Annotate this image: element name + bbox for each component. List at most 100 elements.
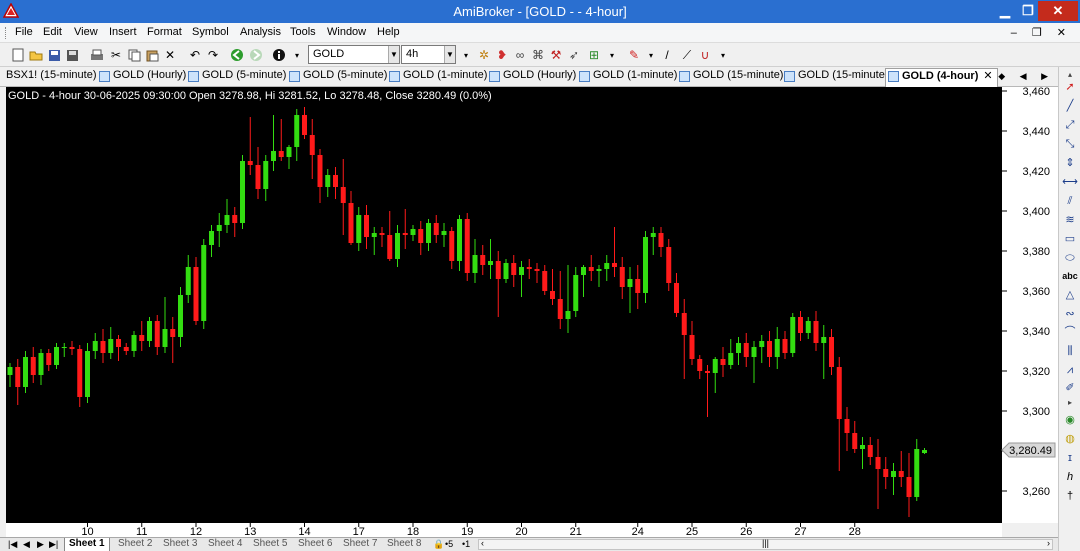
open-folder-icon[interactable] <box>28 47 44 63</box>
menu-tools[interactable]: Tools <box>290 26 316 38</box>
tab-chart[interactable]: GOLD (1-minute) <box>577 69 677 86</box>
horizontal-scrollbar[interactable]: ‹ ||| › <box>478 538 1053 550</box>
scroll-right-icon[interactable]: › <box>1047 538 1050 548</box>
sheet-tab-1[interactable]: Sheet 1 <box>64 538 110 551</box>
scroll-thumb[interactable]: ||| <box>762 538 769 548</box>
menu-edit[interactable]: Edit <box>43 26 62 38</box>
tab-chart[interactable]: GOLD (15-minute) <box>677 69 783 86</box>
pen-icon[interactable]: ✐ <box>1062 380 1078 396</box>
copy-icon[interactable] <box>126 47 142 63</box>
menu-view[interactable]: View <box>74 26 98 38</box>
vertical-line-icon[interactable]: ⇕ <box>1062 155 1078 171</box>
print-icon[interactable] <box>89 47 105 63</box>
chart-pane[interactable]: 3,2603,2803,3003,3203,3403,3603,3803,400… <box>0 87 1058 537</box>
sheet-tab-3[interactable]: Sheet 3 <box>159 538 201 551</box>
menu-help[interactable]: Help <box>377 26 400 38</box>
arc-icon[interactable]: ⌒ <box>1062 324 1078 340</box>
info-icon[interactable] <box>271 47 287 63</box>
new-icon[interactable] <box>10 47 26 63</box>
sheet-tab-6[interactable]: Sheet 6 <box>294 538 336 551</box>
next-sheet-icon[interactable]: ▶ <box>37 539 44 550</box>
redo-icon[interactable]: ↷ <box>205 47 221 63</box>
menu-insert[interactable]: Insert <box>109 26 137 38</box>
horizontal-line-icon[interactable]: ⟷ <box>1062 174 1078 190</box>
first-sheet-icon[interactable]: |◀ <box>8 539 17 550</box>
sheet-tab-7[interactable]: Sheet 7 <box>339 538 381 551</box>
prev-sheet-icon[interactable]: ◀ <box>23 539 30 550</box>
chart-settings-icon[interactable]: ✲ <box>476 47 492 63</box>
chevron-down-icon[interactable]: ▼ <box>388 46 399 63</box>
sheet-tab-2[interactable]: Sheet 2 <box>114 538 156 551</box>
paste-icon[interactable] <box>144 47 160 63</box>
menu-analysis[interactable]: Analysis <box>240 26 281 38</box>
cursor-icon[interactable]: ➚ <box>1062 79 1078 95</box>
menu-format[interactable]: Format <box>147 26 182 38</box>
ellipse-icon[interactable]: ⬭ <box>1062 250 1078 266</box>
sheet-tab-8[interactable]: Sheet 8 <box>383 538 425 551</box>
link-icon[interactable]: ∞ <box>512 47 528 63</box>
tab-chart-active[interactable]: GOLD (4-hour) ✕ <box>885 68 998 87</box>
rectangle-icon[interactable]: ▭ <box>1062 231 1078 247</box>
close-tab-icon[interactable]: ✕ <box>983 70 992 82</box>
heart-icon[interactable]: ❥ <box>494 47 510 63</box>
arrow-tool-icon[interactable]: ➶ <box>566 47 582 63</box>
zoom-icon[interactable]: ⊞ <box>586 47 602 63</box>
close-button[interactable]: ✕ <box>1038 1 1078 21</box>
menu-symbol[interactable]: Symbol <box>192 26 229 38</box>
toolbar-overflow-icon[interactable]: ▾ <box>458 47 474 63</box>
trendline-icon[interactable]: ╱ <box>1062 98 1078 114</box>
marker-icon[interactable]: ɪ <box>1062 450 1078 466</box>
lock-icon[interactable]: 🔒 <box>433 539 444 550</box>
tab-chart[interactable]: BSX1! (15-minute) <box>0 69 96 86</box>
menu-file[interactable]: File <box>15 26 33 38</box>
dagger-icon[interactable]: † <box>1062 488 1078 504</box>
tab-chart[interactable]: GOLD (5-minute) <box>287 69 387 86</box>
sheet-option-icon[interactable]: •1 <box>462 539 470 549</box>
forward-icon[interactable] <box>248 47 264 63</box>
back-icon[interactable] <box>229 47 245 63</box>
symbol-combo[interactable]: GOLD ▼ <box>308 45 400 64</box>
zigzag-icon[interactable]: ⩘ <box>1062 362 1078 378</box>
extended-line-icon[interactable]: ⤡ <box>1062 136 1078 152</box>
magnet-icon[interactable]: ∪ <box>697 47 713 63</box>
parallel-lines-icon[interactable]: ⫽ <box>1062 193 1078 209</box>
line-style-icon[interactable]: ⟋ <box>679 47 695 63</box>
tab-chart[interactable]: GOLD (1-minute) <box>387 69 487 86</box>
cut-icon[interactable]: ✂ <box>108 47 124 63</box>
fibonacci-icon[interactable]: ≋ <box>1062 212 1078 228</box>
tab-chart[interactable]: GOLD (Hourly) <box>487 69 576 86</box>
sheet-option-icon[interactable]: •5 <box>445 539 453 549</box>
color-picker-icon[interactable]: ✎ <box>626 47 642 63</box>
toolbar-overflow-icon[interactable]: ▾ <box>289 47 305 63</box>
save-all-icon[interactable] <box>64 47 80 63</box>
sheet-tab-4[interactable]: Sheet 4 <box>204 538 246 551</box>
ray-icon[interactable]: ⤢ <box>1062 117 1078 133</box>
price-chart[interactable]: 3,2603,2803,3003,3203,3403,3603,3803,400… <box>0 87 1058 537</box>
wave-icon[interactable]: ∾ <box>1062 306 1078 322</box>
pencil-icon[interactable]: / <box>659 47 675 63</box>
toolbar-overflow-icon[interactable]: ▾ <box>715 47 731 63</box>
pattern-icon[interactable]: ⌘ <box>530 47 546 63</box>
text-tool-icon[interactable]: abc <box>1062 268 1078 284</box>
toolbar-overflow-icon[interactable]: ▸ <box>1062 395 1078 411</box>
tab-chart[interactable]: GOLD (5-minute) <box>186 69 286 86</box>
tools-icon[interactable]: ⚒ <box>548 47 564 63</box>
italic-h-icon[interactable]: h <box>1062 469 1078 485</box>
tab-chart[interactable]: GOLD (Hourly) <box>97 69 186 86</box>
delete-icon[interactable]: ✕ <box>162 47 178 63</box>
cycle-lines-icon[interactable]: ⫼ <box>1062 343 1078 359</box>
globe-icon[interactable]: ◉ <box>1062 412 1078 428</box>
undo-icon[interactable]: ↶ <box>187 47 203 63</box>
chevron-down-icon[interactable]: ▾ <box>643 47 659 63</box>
tab-navigation[interactable]: ◆ ◀ ▶ <box>998 71 1054 82</box>
menu-window[interactable]: Window <box>327 26 366 38</box>
interval-combo[interactable]: 4h ▼ <box>401 45 456 64</box>
sheet-tab-5[interactable]: Sheet 5 <box>249 538 291 551</box>
toolbar-overflow-icon[interactable]: ▾ <box>604 47 620 63</box>
circle-tool-icon[interactable]: ◍ <box>1062 431 1078 447</box>
save-icon[interactable] <box>46 47 62 63</box>
mdi-controls[interactable]: ‒ ❐ ✕ <box>1011 26 1072 39</box>
tab-chart[interactable]: GOLD (15-minute) <box>782 69 888 86</box>
triangle-icon[interactable]: △ <box>1062 287 1078 303</box>
last-sheet-icon[interactable]: ▶| <box>49 539 58 550</box>
